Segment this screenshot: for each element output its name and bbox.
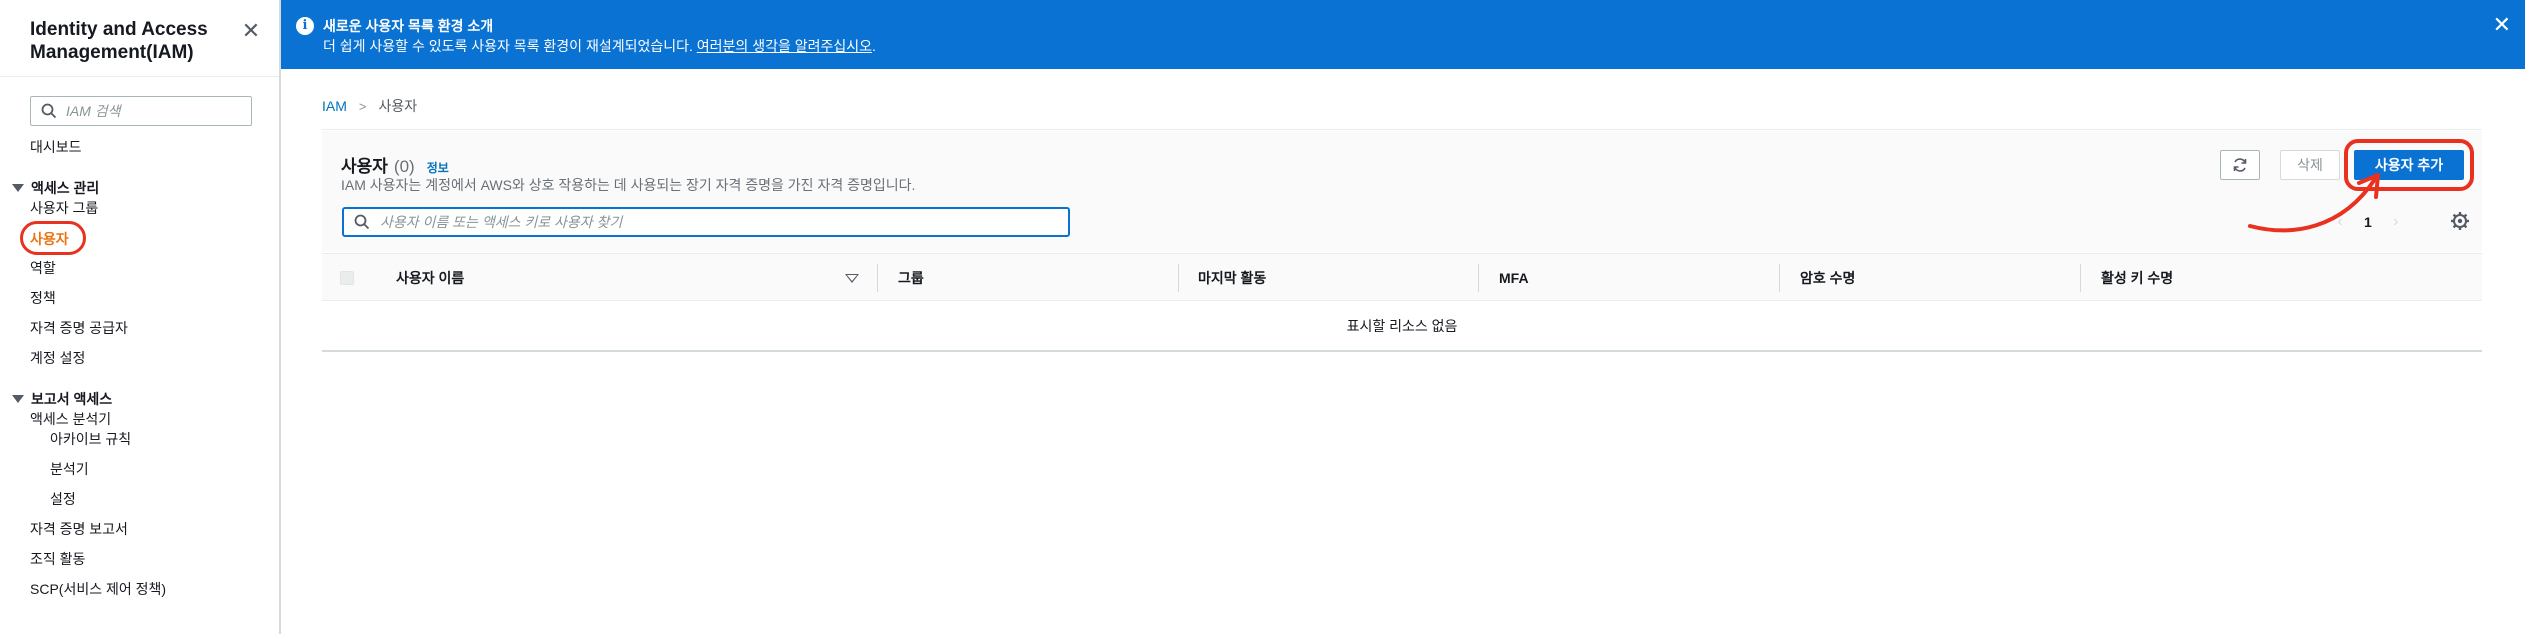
banner-close-icon[interactable]: ✕ [2493,12,2511,38]
sidebar-item-dashboard[interactable]: 대시보드 [30,137,82,157]
highlight-circle [20,221,86,255]
sidebar-section-access-mgmt[interactable]: 액세스 관리 [12,178,99,198]
breadcrumb: IAM > 사용자 [322,96,417,116]
sidebar-item-user-groups[interactable]: 사용자 그룹 [30,198,98,218]
info-icon: i [296,17,314,35]
info-banner: i 새로운 사용자 목록 환경 소개 더 쉽게 사용할 수 있도록 사용자 목록… [281,0,2525,69]
caret-down-icon [12,395,24,403]
user-count: (0) [393,157,415,176]
sidebar-item-credential-report[interactable]: 자격 증명 보고서 [30,519,128,539]
panel-title-text: 사용자 [341,157,388,176]
panel-description: IAM 사용자는 계정에서 AWS와 상호 작용하는 데 사용되는 장기 자격 … [341,177,916,193]
users-panel: 사용자 (0) 정보 IAM 사용자는 계정에서 AWS와 상호 작용하는 데 … [322,129,2482,352]
sidebar-item-analyzers[interactable]: 분석기 [50,459,89,479]
chevron-right-icon[interactable]: › [2388,213,2404,231]
banner-text: 더 쉽게 사용할 수 있도록 사용자 목록 환경이 재설계되었습니다. [323,38,693,54]
column-divider [1178,264,1179,292]
sidebar-item-access-analyzer[interactable]: 액세스 분석기 [30,409,111,429]
column-header-mfa[interactable]: MFA [1499,254,1529,302]
banner-link-suffix: . [872,38,876,54]
sidebar-divider [0,76,279,77]
breadcrumb-current: 사용자 [378,98,418,114]
refresh-icon [2233,158,2247,172]
column-divider [1478,264,1479,292]
gear-icon[interactable] [2450,211,2470,231]
column-divider [1779,264,1780,292]
search-icon [354,214,370,230]
chevron-right-icon: > [358,98,367,114]
panel-header: 사용자 (0) 정보 IAM 사용자는 계정에서 AWS와 상호 작용하는 데 … [322,131,2482,252]
sidebar-close-icon[interactable]: ✕ [240,18,262,44]
sidebar-item-archive-rules[interactable]: 아카이브 규칙 [50,429,131,449]
panel-title: 사용자 (0) 정보 [341,152,449,177]
sidebar-search-input[interactable] [66,103,246,119]
sidebar-section-label: 액세스 관리 [31,180,100,196]
column-header-password-age[interactable]: 암호 수명 [1800,254,1855,302]
sidebar-item-roles[interactable]: 역할 [30,258,56,278]
banner-text-line: 더 쉽게 사용할 수 있도록 사용자 목록 환경이 재설계되었습니다. 여러분의… [323,36,876,56]
user-search[interactable] [342,207,1070,237]
sidebar-title: Identity and Access Management(IAM) [30,19,208,63]
banner-feedback-link[interactable]: 여러분의 생각을 알려주십시오 [697,38,872,54]
annotation-arrow [2248,173,2380,233]
sidebar-search[interactable] [30,96,252,126]
sort-down-icon[interactable] [845,274,859,283]
sidebar-item-account-settings[interactable]: 계정 설정 [30,348,85,368]
column-divider [877,264,878,292]
table-header: 사용자 이름 그룹 마지막 활동 MFA 암호 수명 활성 키 수명 [322,253,2482,301]
sidebar-item-policies[interactable]: 정책 [30,288,56,308]
sidebar: Identity and Access Management(IAM) ✕ 대시… [0,0,281,634]
column-divider [2080,264,2081,292]
column-header-username[interactable]: 사용자 이름 [396,254,464,302]
column-header-active-key-age[interactable]: 활성 키 수명 [2101,254,2173,302]
sidebar-item-analyzer-settings[interactable]: 설정 [50,489,76,509]
search-icon [41,103,57,119]
column-header-groups[interactable]: 그룹 [898,254,924,302]
info-link[interactable]: 정보 [427,159,449,176]
caret-down-icon [12,184,24,192]
sidebar-item-scp[interactable]: SCP(서비스 제어 정책) [30,579,166,599]
select-all-checkbox[interactable] [340,271,354,285]
column-header-last-activity[interactable]: 마지막 활동 [1198,254,1266,302]
sidebar-section-access-reports[interactable]: 보고서 액세스 [12,389,112,409]
banner-title: 새로운 사용자 목록 환경 소개 [323,18,494,34]
user-search-input[interactable] [380,214,1060,230]
empty-state: 표시할 리소스 없음 [322,302,2482,352]
breadcrumb-iam-link[interactable]: IAM [322,98,347,114]
sidebar-item-org-activity[interactable]: 조직 활동 [30,549,85,569]
sidebar-item-identity-providers[interactable]: 자격 증명 공급자 [30,318,128,338]
sidebar-section-label: 보고서 액세스 [31,391,113,407]
